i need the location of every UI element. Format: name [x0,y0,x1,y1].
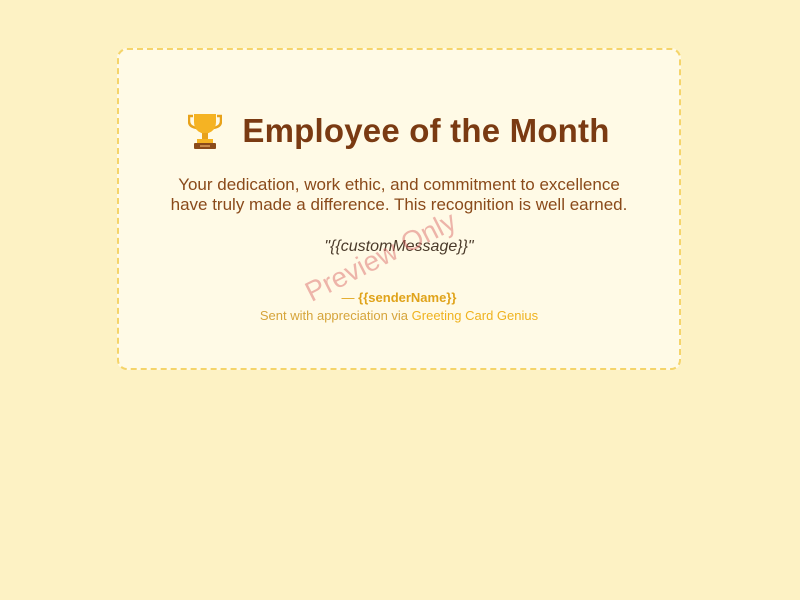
sender-prefix: — [341,290,359,305]
custom-message: "{{customMessage}}" [324,238,474,255]
body-line: have truly made a difference. This recog… [170,195,628,214]
card-body: Your dedication, work ethic, and commitm… [149,175,649,215]
card-title: Employee of the Month [242,112,610,149]
trophy-icon [188,114,223,149]
credit-prefix: Sent with appreciation via [259,308,412,323]
greeting-card-genius-link[interactable]: Greeting Card Genius [412,308,538,323]
card-header: Employee of the Month [119,112,679,150]
sender-name: {{senderName}} [358,290,457,305]
sender-signature: — {{senderName}} [119,290,679,305]
credit-line: Sent with appreciation via Greeting Card… [119,308,679,323]
greeting-card: Employee of the Month Your dedication, w… [117,48,681,370]
body-line: Your dedication, work ethic, and commitm… [178,175,620,194]
